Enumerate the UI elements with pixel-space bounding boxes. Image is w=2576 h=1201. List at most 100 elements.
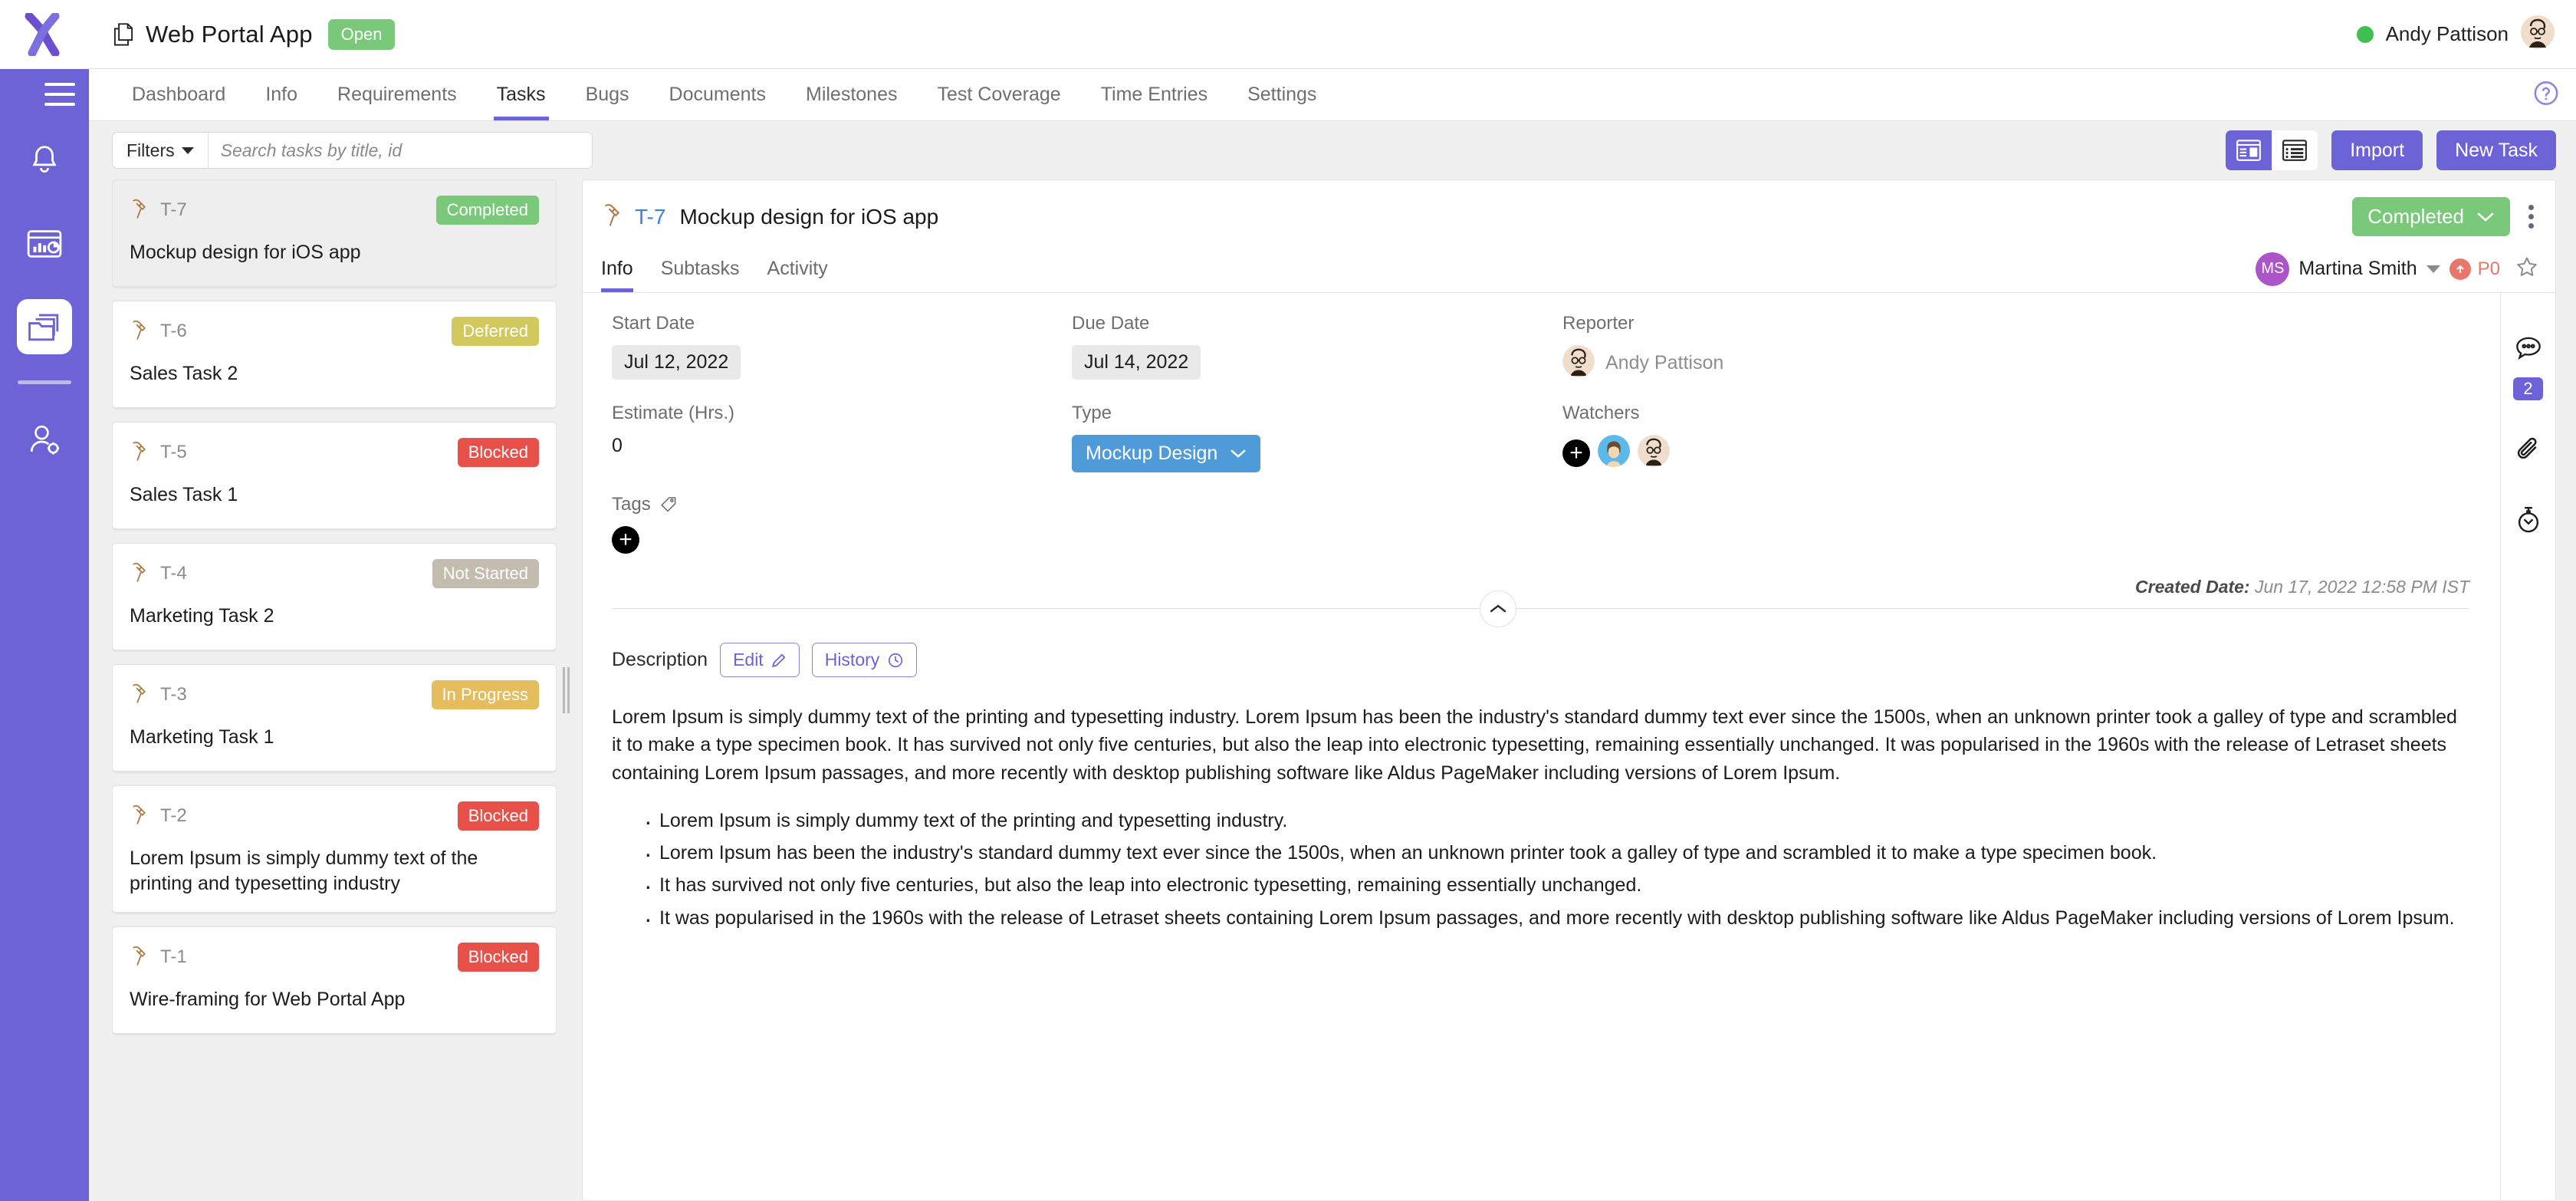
task-card-t-6[interactable]: T-6 Deferred Sales Task 2 (112, 301, 557, 408)
nav-tab-time-entries[interactable]: Time Entries (1081, 69, 1227, 120)
presence-indicator (2356, 25, 2374, 43)
assignee-name[interactable]: Martina Smith (2298, 258, 2417, 280)
assignee-avatar[interactable]: MS (2256, 252, 2290, 286)
app-logo[interactable] (0, 0, 89, 69)
paperclip-icon (2517, 437, 2536, 459)
tag-icon (660, 497, 676, 512)
task-detail-title: Mockup design for iOS app (679, 204, 939, 229)
tags-label-row: Tags (612, 494, 1072, 515)
comments-count-badge[interactable]: 2 (2513, 377, 2543, 400)
rail-divider (18, 380, 71, 384)
description-history-button[interactable]: History (811, 643, 918, 677)
description-header: Description Edit History (612, 643, 2469, 677)
search-input[interactable] (208, 133, 592, 168)
nav-tab-settings[interactable]: Settings (1227, 69, 1336, 120)
hammer-icon (130, 945, 150, 970)
status-dropdown-label: Completed (2367, 205, 2464, 228)
more-options-button[interactable] (2524, 200, 2538, 233)
nav-tab-documents[interactable]: Documents (649, 69, 786, 120)
detail-header: T-7 Mockup design for iOS app Completed (583, 180, 2555, 245)
nav-tab-info[interactable]: Info (245, 69, 317, 120)
chevron-down-icon[interactable] (2426, 265, 2440, 273)
avatar-image (2521, 15, 2555, 49)
field-label: Type (1072, 403, 1112, 423)
sidebar-item-notifications[interactable] (17, 133, 72, 189)
estimate-value[interactable]: 0 (612, 435, 623, 456)
edit-description-button[interactable]: Edit (720, 643, 800, 677)
task-toolbar: Filters Search tasks by title, id Import… (89, 121, 2576, 179)
task-title: Marketing Task 2 (130, 605, 274, 627)
time-tracking-button[interactable] (2507, 498, 2550, 541)
task-card-t-5[interactable]: T-5 Blocked Sales Task 1 (112, 422, 557, 529)
tab-activity[interactable]: Activity (754, 245, 842, 292)
nav-tab-requirements[interactable]: Requirements (317, 69, 477, 120)
created-date: Created Date: Jun 17, 2022 12:58 PM IST (612, 577, 2469, 597)
tab-subtasks[interactable]: Subtasks (647, 245, 754, 292)
page-title: Web Portal App (146, 20, 313, 48)
topbar-right: Andy Pattison (2356, 15, 2555, 53)
status-badge[interactable]: Completed (435, 196, 539, 225)
status-badge[interactable]: Deferred (452, 317, 539, 346)
task-id: T-2 (160, 805, 187, 826)
watcher-avatar-1[interactable] (1598, 435, 1630, 471)
project-status-badge[interactable]: Open (327, 18, 396, 50)
task-card-t-3[interactable]: T-3 In Progress Marketing Task 1 (112, 664, 557, 772)
priority-up-arrow-icon (2449, 258, 2471, 280)
priority-badge[interactable]: P0 (2449, 258, 2500, 280)
nav-tab-test-coverage[interactable]: Test Coverage (918, 69, 1081, 120)
nav-tab-bugs[interactable]: Bugs (566, 69, 649, 120)
add-watcher-button[interactable]: + (1562, 439, 1590, 467)
panel-resize-handle[interactable] (563, 667, 570, 713)
nav-tab-tasks[interactable]: Tasks (477, 69, 566, 120)
star-icon[interactable] (2515, 255, 2538, 282)
split-view-button[interactable] (2226, 130, 2272, 170)
due-date-value[interactable]: Jul 14, 2022 (1072, 345, 1201, 380)
current-user-name[interactable]: Andy Pattison (2386, 22, 2509, 46)
field-spacer-a (1072, 494, 1562, 554)
task-key-link[interactable]: T-7 (635, 205, 665, 229)
status-badge[interactable]: Blocked (457, 801, 539, 831)
nav-tab-dashboard[interactable]: Dashboard (112, 69, 245, 120)
task-card-t-1[interactable]: T-1 Blocked Wire-framing for Web Portal … (112, 926, 557, 1034)
collapse-details-button[interactable] (1479, 591, 1516, 627)
hamburger-menu-icon[interactable] (44, 83, 75, 106)
task-id: T-6 (160, 321, 187, 341)
tab-info[interactable]: Info (601, 245, 647, 292)
help-circle-icon[interactable] (2533, 80, 2559, 110)
task-title: Lorem Ipsum is simply dummy text of the … (130, 847, 478, 894)
type-dropdown[interactable]: Mockup Design (1072, 435, 1261, 472)
sidebar-item-projects[interactable] (17, 299, 72, 354)
task-card-t-2[interactable]: T-2 Blocked Lorem Ipsum is simply dummy … (112, 785, 557, 913)
field-label: Due Date (1072, 313, 1150, 334)
import-button[interactable]: Import (2331, 130, 2423, 170)
attachments-button[interactable] (2507, 428, 2550, 471)
sidebar-item-reports[interactable] (17, 216, 72, 271)
task-card-t-7[interactable]: T-7 Completed Mockup design for iOS app (112, 179, 557, 287)
list-view-button[interactable] (2272, 130, 2318, 170)
created-date-label: Created Date: (2135, 577, 2250, 597)
status-badge[interactable]: Blocked (457, 438, 539, 467)
comments-button[interactable] (2507, 327, 2550, 370)
watcher-avatar-2[interactable] (1638, 435, 1670, 471)
new-task-button[interactable]: New Task (2436, 130, 2556, 170)
filters-button[interactable]: Filters (113, 133, 209, 168)
status-badge[interactable]: In Progress (431, 680, 539, 709)
reporter-name: Andy Pattison (1605, 352, 1724, 373)
nav-tab-milestones[interactable]: Milestones (786, 69, 918, 120)
status-badge[interactable]: Not Started (432, 559, 539, 588)
list-item: Lorem Ipsum is simply dummy text of the … (644, 804, 2469, 840)
priority-label: P0 (2477, 258, 2500, 279)
description-body: Lorem Ipsum is simply dummy text of the … (612, 703, 2469, 936)
hammer-icon (601, 202, 624, 231)
status-badge[interactable]: Blocked (457, 943, 539, 972)
field-type: Type Mockup Design (1072, 403, 1562, 472)
reports-icon (27, 230, 62, 258)
add-tag-button[interactable]: + (612, 526, 639, 554)
start-date-value[interactable]: Jul 12, 2022 (612, 345, 741, 380)
status-dropdown[interactable]: Completed (2352, 197, 2510, 236)
task-list[interactable]: T-7 Completed Mockup design for iOS app … (112, 179, 557, 1201)
avatar[interactable] (2521, 15, 2555, 53)
task-card-t-4[interactable]: T-4 Not Started Marketing Task 2 (112, 543, 557, 650)
sidebar-item-user-settings[interactable] (17, 412, 72, 467)
hammer-icon (130, 198, 150, 223)
